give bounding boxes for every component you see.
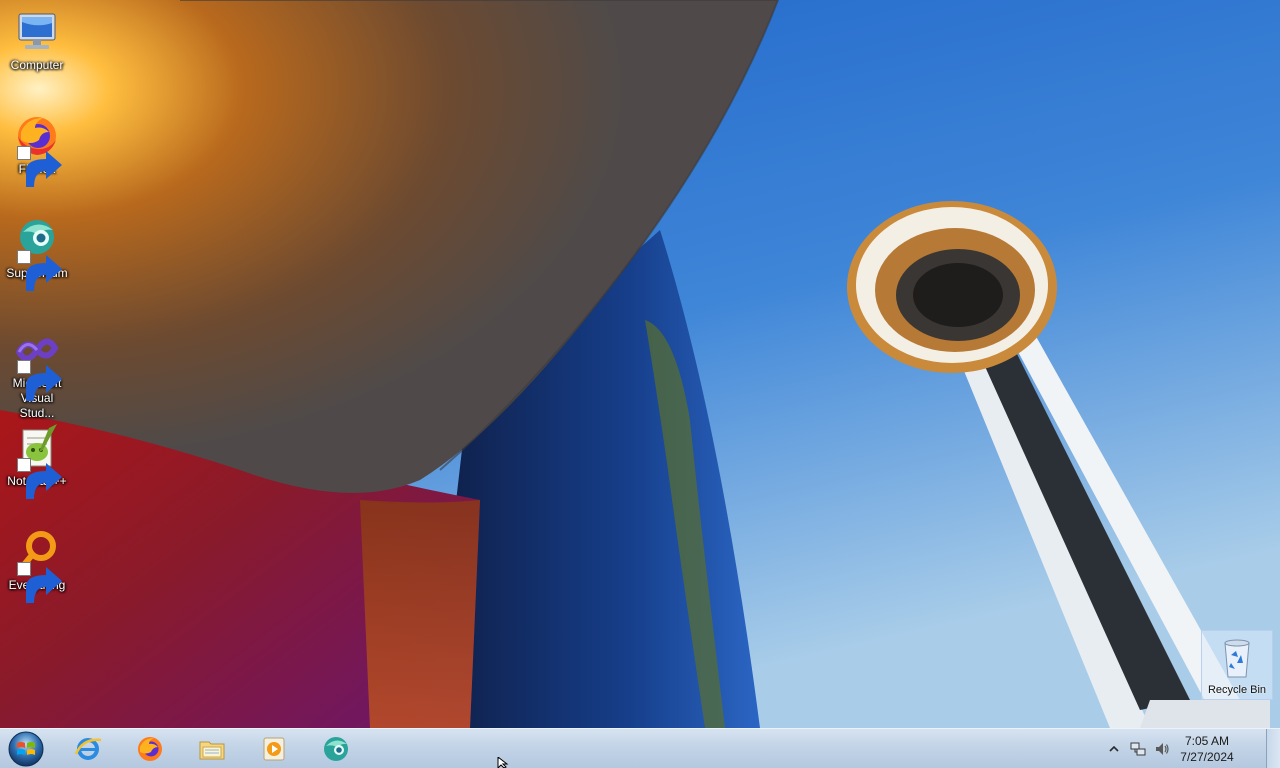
start-button[interactable] <box>6 730 46 768</box>
folder-icon <box>199 741 225 760</box>
mouse-pointer-icon <box>497 757 509 768</box>
supermium-icon <box>324 737 348 761</box>
firefox-icon <box>138 737 162 761</box>
volume-button[interactable] <box>1154 741 1170 757</box>
icon-label: Recycle Bin <box>1207 684 1267 696</box>
desktop-icon-firefox[interactable]: Firefox <box>1 112 73 187</box>
shortcut-arrow-icon <box>17 360 62 401</box>
wallpaper <box>0 0 1280 728</box>
taskbar: 7:05 AM 7/27/2024 <box>0 728 1280 768</box>
taskbar-firefox[interactable] <box>122 731 178 767</box>
computer-icon <box>13 8 61 56</box>
clock-time: 7:05 AM <box>1184 734 1230 748</box>
firefox-icon <box>13 112 62 187</box>
shortcut-arrow-icon <box>17 458 62 499</box>
everything-icon <box>13 528 62 603</box>
windows-start-orb-icon <box>8 731 44 767</box>
desktop-icon-everything[interactable]: Everything <box>1 528 73 603</box>
icon-label: Computer <box>10 58 64 72</box>
notepadpp-icon <box>13 424 62 499</box>
clock[interactable]: 7:05 AM 7/27/2024 <box>1172 733 1242 765</box>
notification-area: 7:05 AM 7/27/2024 <box>1104 729 1264 768</box>
internet-explorer-icon <box>74 738 102 760</box>
network-icon <box>1130 742 1146 756</box>
media-player-icon <box>263 737 285 761</box>
supermium-icon <box>13 216 62 291</box>
desktop-icon-recycle-bin[interactable]: Recycle Bin <box>1201 630 1273 700</box>
desktop-icon-computer[interactable]: Computer <box>1 8 73 73</box>
desktop-icon-visual-studio[interactable]: Microsoft Visual Stud... <box>1 326 73 421</box>
shortcut-arrow-icon <box>17 250 62 291</box>
shortcut-arrow-icon <box>17 146 62 187</box>
desktop-icon-supermium[interactable]: Supermium <box>1 216 73 291</box>
taskbar-windows-explorer[interactable] <box>184 731 240 767</box>
desktop-icon-notepadpp[interactable]: Notepad++ <box>1 424 73 499</box>
clock-date: 7/27/2024 <box>1180 750 1234 764</box>
desktop[interactable]: Computer Firefox <box>0 0 1280 728</box>
show-desktop-button[interactable] <box>1266 729 1280 768</box>
recycle-bin-icon <box>1213 633 1261 681</box>
show-hidden-icons-button[interactable] <box>1106 741 1122 757</box>
volume-icon <box>1156 743 1169 755</box>
chevron-up-icon <box>1109 745 1119 752</box>
shortcut-arrow-icon <box>17 562 62 603</box>
taskbar-media-player[interactable] <box>246 731 302 767</box>
network-button[interactable] <box>1130 741 1146 757</box>
taskbar-internet-explorer[interactable] <box>60 731 116 767</box>
taskbar-supermium[interactable] <box>308 731 364 767</box>
visual-studio-icon <box>13 326 62 401</box>
